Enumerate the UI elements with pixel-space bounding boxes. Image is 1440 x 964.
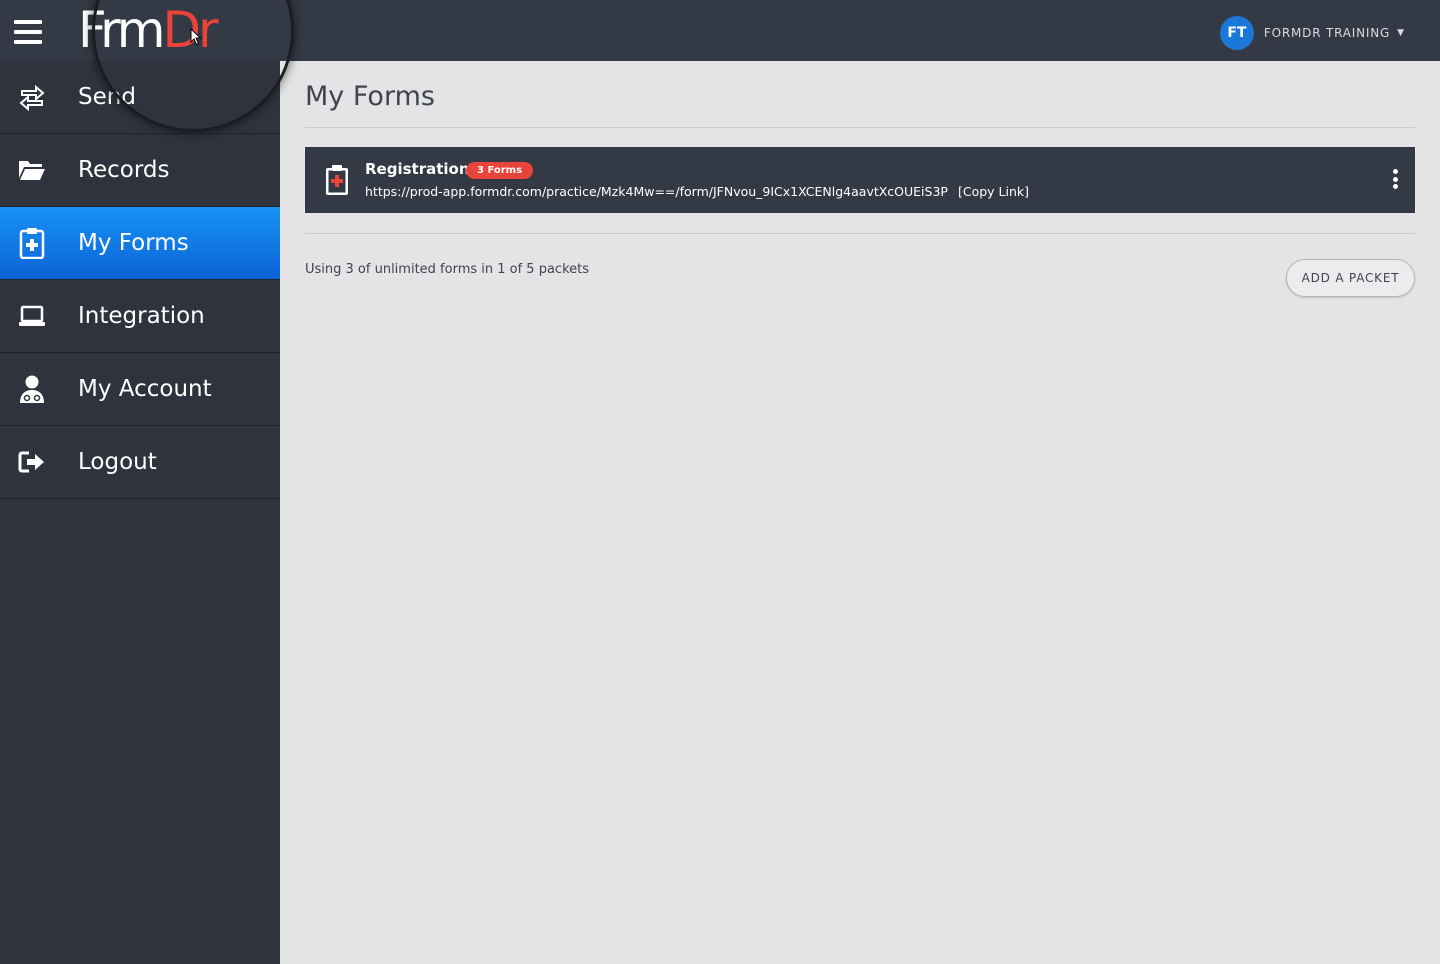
sidebar-item-integration[interactable]: Integration <box>0 280 280 353</box>
sidebar-item-send[interactable]: Send <box>0 61 280 134</box>
user-doctor-icon <box>18 375 46 403</box>
page-title: My Forms <box>305 81 435 112</box>
logo-text-frm: Frm <box>78 1 165 59</box>
laptop-icon <box>18 302 46 330</box>
sidebar-item-my-forms[interactable]: My Forms <box>0 207 280 280</box>
folder-open-icon <box>18 156 46 184</box>
divider <box>305 127 1415 128</box>
send-arrows-icon <box>18 83 46 111</box>
more-options-icon[interactable] <box>1389 169 1401 193</box>
avatar: FT <box>1219 16 1254 50</box>
packet-name[interactable]: Registration <box>365 160 470 178</box>
sign-out-icon <box>18 448 46 476</box>
sidebar-item-my-account[interactable]: My Account <box>0 353 280 426</box>
sidebar-item-label: My Forms <box>78 230 189 256</box>
packet-url: https://prod-app.formdr.com/practice/Mzk… <box>365 184 1029 199</box>
usage-summary: Using 3 of unlimited forms in 1 of 5 pac… <box>305 262 590 277</box>
sidebar-item-records[interactable]: Records <box>0 134 280 207</box>
copy-link-button[interactable]: [Copy Link] <box>958 184 1029 199</box>
clipboard-plus-icon <box>18 228 46 259</box>
hamburger-menu-icon[interactable] <box>14 20 42 46</box>
sidebar-item-label: Integration <box>78 303 205 329</box>
sidebar-item-label: Records <box>78 157 170 183</box>
divider <box>305 233 1415 234</box>
sidebar-item-label: My Account <box>78 376 212 402</box>
sidebar: Send Records My Forms Integration My Acc… <box>0 61 280 964</box>
forms-count-badge: 3 Forms <box>466 162 534 179</box>
top-bar: FrmDr FT FORMDR TRAINING ▼ <box>0 0 1440 61</box>
main-content: My Forms Registration 3 Forms https://pr… <box>280 61 1440 964</box>
user-name: FORMDR TRAINING <box>1263 26 1391 40</box>
sidebar-item-label: Logout <box>78 449 157 475</box>
add-packet-button[interactable]: ADD A PACKET <box>1286 259 1415 297</box>
packet-url-text: https://prod-app.formdr.com/practice/Mzk… <box>365 184 948 199</box>
clipboard-medical-icon <box>326 165 348 195</box>
user-menu[interactable]: FT FORMDR TRAINING ▼ <box>1219 16 1404 50</box>
chevron-down-icon: ▼ <box>1397 28 1404 38</box>
mouse-cursor-icon <box>190 28 202 46</box>
sidebar-item-logout[interactable]: Logout <box>0 426 280 499</box>
packet-card[interactable]: Registration 3 Forms https://prod-app.fo… <box>305 147 1415 213</box>
sidebar-item-label: Send <box>78 84 136 110</box>
